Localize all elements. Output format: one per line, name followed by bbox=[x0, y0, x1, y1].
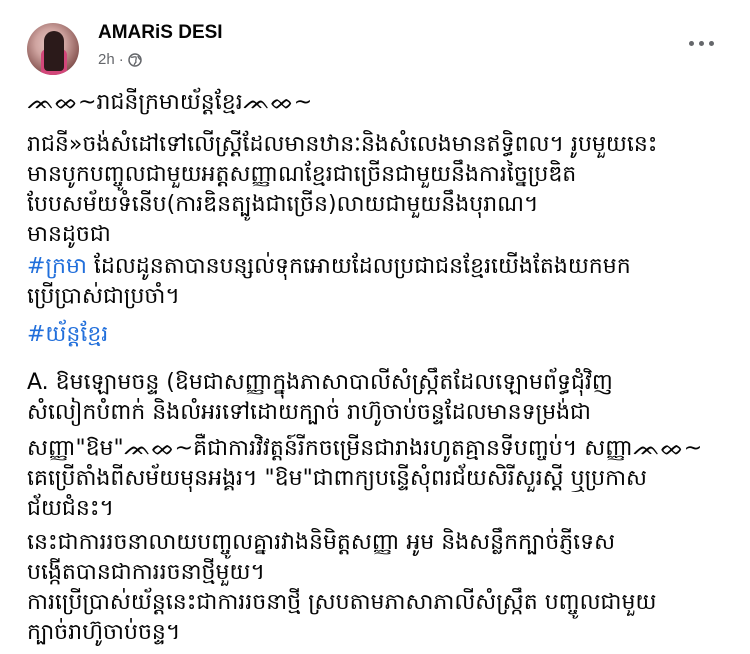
facebook-post: AMARiS DESI 2h · ᨏᨖ~រាជនីក្រមាយ័ន្តខ្មែរ… bbox=[0, 0, 750, 654]
post-text-line: គេប្រើតាំងពីសម័យមុនអង្គរ។ "ឱម"ជាពាក្យបន្… bbox=[27, 466, 647, 491]
post-text-line: ជ័យជំនះ។ bbox=[27, 496, 115, 521]
post-hashtag-line: #យ័ន្តខ្មែរ bbox=[27, 320, 108, 350]
post-text-line: មានដូចជា bbox=[27, 222, 111, 247]
more-options-icon[interactable] bbox=[683, 33, 719, 53]
post-text-line: សំលៀកបំពាក់ និងលំអរទៅដោយក្បាច់ រាហ៊ូចាប់… bbox=[27, 400, 591, 425]
hashtag-link[interactable]: #ក្រមា bbox=[27, 254, 87, 279]
post-text-line: ការប្រើប្រាស់យ័ន្តនេះជាការរចនាថ្មី ស្របត… bbox=[27, 590, 657, 615]
post-text-line: សញ្ញា"ឱម"ᨏᨖ~គឺជាការវិវត្តន៍រីកចម្រើនជារា… bbox=[27, 436, 703, 461]
avatar-figure bbox=[44, 31, 64, 71]
separator-dot: · bbox=[118, 51, 124, 68]
avatar[interactable] bbox=[27, 23, 79, 75]
post-text-line: ប្រើប្រាស់ជាប្រចាំ។ bbox=[27, 284, 180, 309]
post-text-line: រាជនី»ចង់សំដៅទៅលើស្រ្តីដែលមានឋានៈនិងសំលេ… bbox=[27, 132, 658, 157]
author-name[interactable]: AMARiS DESI bbox=[98, 22, 223, 44]
post-text: ដែលដូនតាបានបន្សល់ទុកអោយដែលប្រជាជនខ្មែរយើ… bbox=[93, 254, 631, 279]
post-text-line-with-hashtag: #ក្រមា ដែលដូនតាបានបន្សល់ទុកអោយដែលប្រជាជន… bbox=[27, 252, 631, 282]
post-text-line: A. ឱមឡោមចន្ទ (ឱមជាសញ្ញាក្នុងភាសាបាលីសំស្… bbox=[27, 370, 613, 395]
post-text-line: មានបូកបញ្ចូលជាមួយអត្តសញ្ញាណខ្មែរជាច្រើនជ… bbox=[27, 162, 577, 187]
post-text-line: បែបសម័យទំនើប(ការឌិនត្បូងជាច្រើន)លាយជាមួយ… bbox=[27, 192, 539, 217]
post-text-line: បង្កើតបានជាការរចនាថ្មីមួយ។ bbox=[27, 560, 265, 585]
post-meta: 2h · bbox=[98, 51, 142, 68]
post-time[interactable]: 2h bbox=[98, 51, 115, 68]
globe-icon[interactable] bbox=[127, 52, 142, 67]
post-heading: ᨏᨖ~រាជនីក្រមាយ័ន្តខ្មែរᨏᨖ~ bbox=[27, 90, 313, 115]
post-text-line: ក្បាច់រាហ៊ូចាប់ចន្ទ។ bbox=[27, 620, 181, 645]
hashtag-link[interactable]: #យ័ន្តខ្មែរ bbox=[27, 322, 108, 347]
post-text-line: នេះជាការរចនាលាយបញ្ចូលគ្នារវាងនិមិត្តសញ្ញ… bbox=[27, 530, 616, 555]
